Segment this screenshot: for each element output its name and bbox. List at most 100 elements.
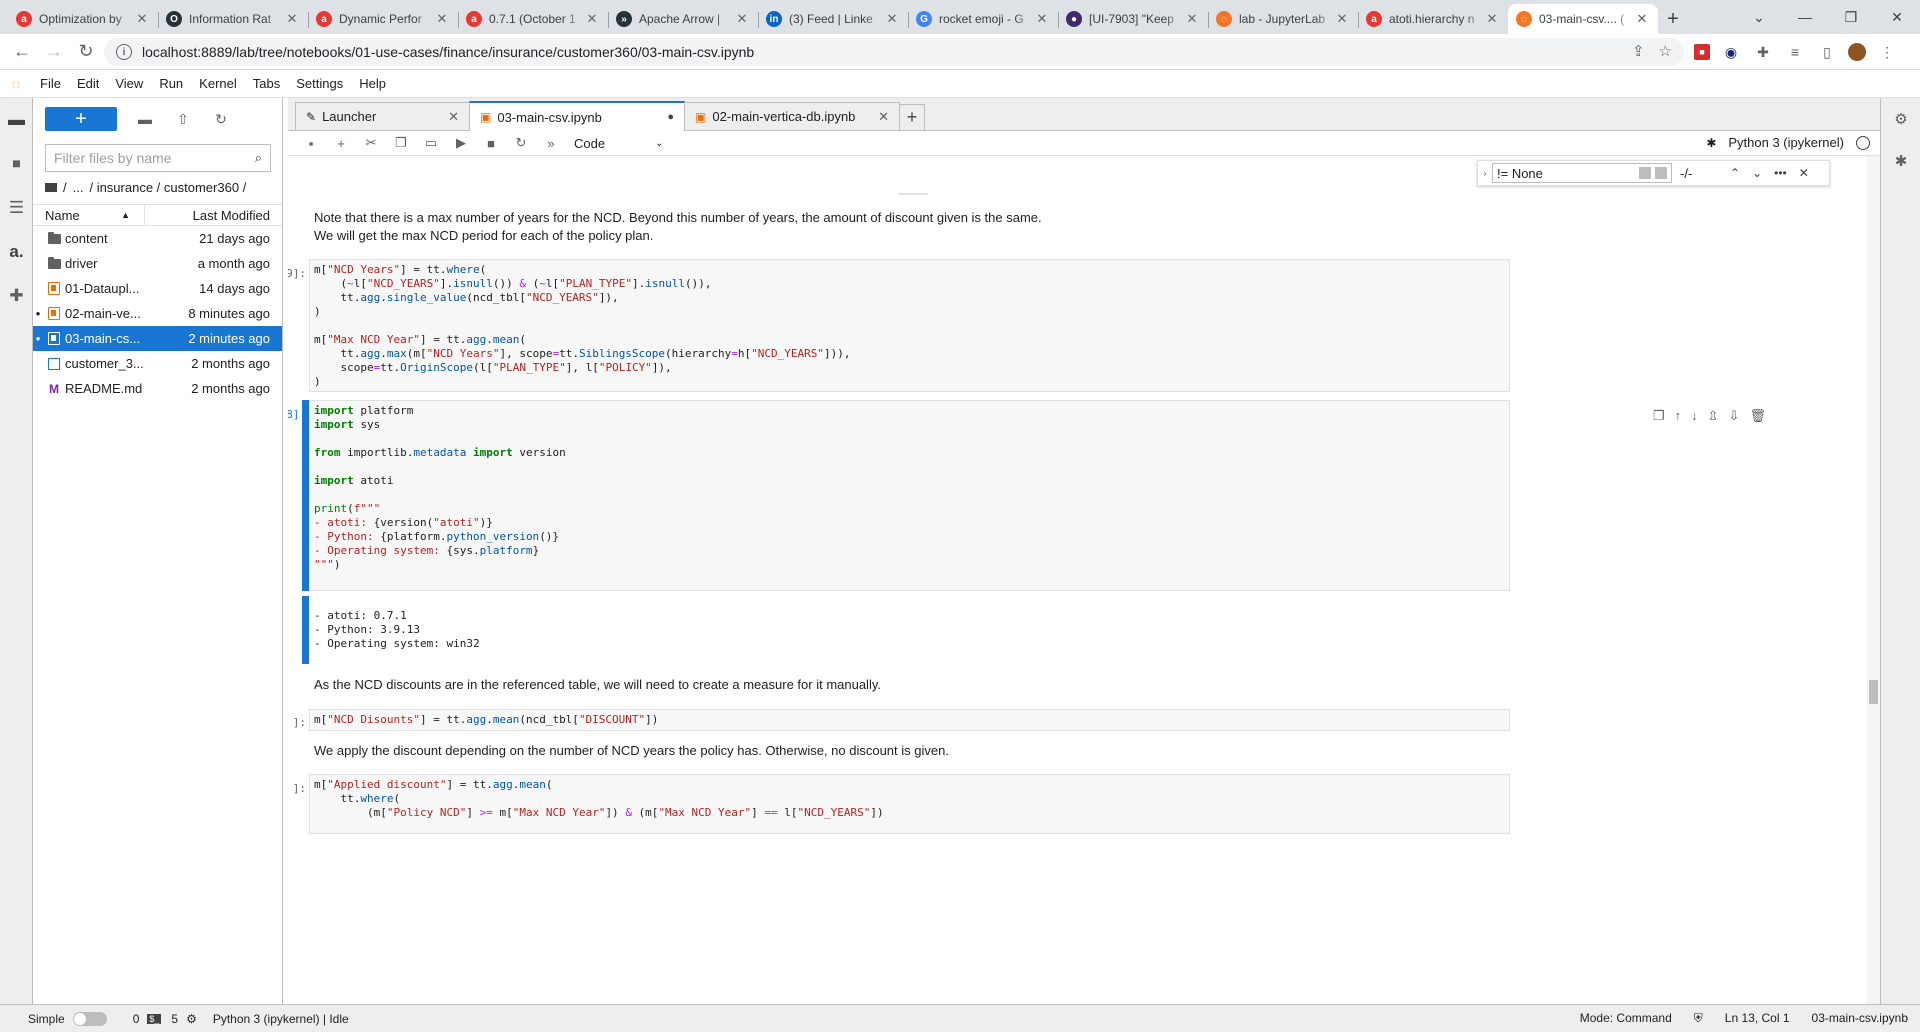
menu-kernel[interactable]: Kernel: [191, 76, 245, 91]
upload-icon[interactable]: ⇧: [173, 111, 193, 128]
move-up-icon[interactable]: ↑: [1675, 408, 1682, 424]
close-icon[interactable]: ✕: [1334, 11, 1350, 27]
cursor-position[interactable]: Ln 13, Col 1: [1725, 1011, 1790, 1026]
close-icon[interactable]: ✕: [734, 11, 750, 27]
modified-column-header[interactable]: Last Modified: [145, 208, 282, 223]
puzzle-icon[interactable]: ✚: [1752, 41, 1774, 63]
extension-icon[interactable]: ■: [1694, 44, 1710, 60]
close-window-button[interactable]: ✕: [1874, 0, 1920, 34]
browser-tab[interactable]: a atoti.hierarchy n ✕: [1358, 4, 1508, 34]
scrollbar-thumb[interactable]: [1869, 680, 1878, 704]
more-options-icon[interactable]: •••: [1774, 166, 1787, 180]
list-item[interactable]: ● 03-main-cs... 2 minutes ago: [33, 326, 282, 351]
close-icon[interactable]: ✕: [884, 11, 900, 27]
save-icon[interactable]: ▪: [296, 136, 326, 151]
code-cell-48[interactable]: import platform import sys from importli…: [309, 400, 1510, 591]
browser-tab[interactable]: a Optimization by ✕: [8, 4, 158, 34]
list-item[interactable]: customer_3... 2 months ago: [33, 351, 282, 376]
table-of-contents-icon[interactable]: ☰: [0, 186, 33, 230]
browser-tab[interactable]: ◌ lab - JupyterLab ✕: [1208, 4, 1358, 34]
code-cell-applied-discount[interactable]: m["Applied discount"] = tt.agg.mean( tt.…: [309, 774, 1510, 834]
browser-tab[interactable]: ◌ 03-main-csv.... (✕: [1508, 4, 1658, 34]
profile-avatar[interactable]: [1848, 43, 1866, 61]
code-cell-49[interactable]: m["NCD Years"] = tt.where( (~l["NCD_YEAR…: [309, 259, 1510, 392]
close-icon[interactable]: ✕: [1634, 11, 1650, 27]
menu-edit[interactable]: Edit: [69, 76, 107, 91]
browser-tab[interactable]: ● [UI-7903] "Keep ✕: [1058, 4, 1208, 34]
insert-cell-icon[interactable]: +: [326, 136, 356, 151]
unsaved-dot-icon[interactable]: ●: [667, 111, 674, 123]
bookmark-star-icon[interactable]: ☆: [1659, 42, 1672, 60]
vertical-scrollbar[interactable]: [1867, 156, 1880, 1004]
back-button[interactable]: ←: [6, 36, 38, 68]
code-cell-ncd-discounts[interactable]: m["NCD Disounts"] = tt.agg.mean(ncd_tbl[…: [309, 709, 1510, 731]
close-icon[interactable]: ✕: [284, 11, 300, 27]
root-folder-icon[interactable]: [45, 182, 57, 192]
close-icon[interactable]: ✕: [1034, 11, 1050, 27]
tab-search-icon[interactable]: ⌄: [1736, 0, 1782, 34]
site-info-icon[interactable]: i: [116, 44, 132, 60]
side-panel-icon[interactable]: ▯: [1816, 41, 1838, 63]
kernel-status[interactable]: Python 3 (ipykernel) | Idle: [213, 1012, 349, 1026]
new-launcher-button[interactable]: +: [45, 107, 117, 131]
new-tab-button[interactable]: +: [1658, 4, 1688, 34]
menu-help[interactable]: Help: [351, 76, 394, 91]
new-folder-icon[interactable]: ▬: [135, 111, 155, 127]
cell-type-select[interactable]: Code ⌄: [574, 136, 663, 151]
debugger-panel-icon[interactable]: ✱: [1881, 140, 1920, 182]
copy-icon[interactable]: ❐: [386, 135, 416, 151]
kernel-count[interactable]: 5: [171, 1012, 178, 1026]
reload-button[interactable]: ↻: [70, 36, 102, 68]
share-icon[interactable]: ⇪: [1632, 42, 1645, 60]
tab-02-main-vertica[interactable]: ▣ 02-main-vertica-db.ipynb ✕: [684, 102, 900, 130]
breadcrumb-ellipsis[interactable]: ...: [73, 180, 84, 195]
list-item[interactable]: driver a month ago: [33, 251, 282, 276]
browser-tab[interactable]: a Dynamic Perfor ✕: [308, 4, 458, 34]
close-tab-icon[interactable]: ✕: [448, 109, 459, 125]
toggle-replace-icon[interactable]: ›: [1478, 168, 1492, 178]
media-icon[interactable]: ≡: [1784, 41, 1806, 63]
filter-files-input[interactable]: Filter files by name ⌕: [45, 144, 271, 172]
address-bar[interactable]: i localhost:8889/lab/tree/notebooks/01-u…: [104, 38, 1684, 66]
close-tab-icon[interactable]: ✕: [878, 109, 889, 125]
close-icon[interactable]: ✕: [134, 11, 150, 27]
tab-03-main-csv[interactable]: ▣ 03-main-csv.ipynb ●: [469, 101, 685, 131]
list-item[interactable]: ● 02-main-ve... 8 minutes ago: [33, 301, 282, 326]
breadcrumb-path[interactable]: / insurance / customer360 /: [89, 180, 246, 195]
name-column-header[interactable]: Name ▲: [33, 205, 145, 225]
insert-below-icon[interactable]: ⇩: [1729, 408, 1740, 424]
cut-icon[interactable]: ✂: [356, 135, 386, 151]
match-case-icon[interactable]: [1639, 167, 1651, 179]
running-sessions-icon[interactable]: ⏹: [0, 142, 33, 186]
markdown-cell[interactable]: Note that there is a max number of years…: [314, 209, 1042, 245]
duplicate-cell-icon[interactable]: ❐: [1653, 408, 1665, 424]
refresh-icon[interactable]: ↻: [211, 111, 231, 128]
move-down-icon[interactable]: ↓: [1691, 408, 1698, 424]
restart-run-all-icon[interactable]: »: [536, 136, 566, 151]
simple-mode-toggle[interactable]: [72, 1011, 107, 1026]
property-inspector-icon[interactable]: ⚙: [1881, 98, 1920, 140]
terminal-count[interactable]: 0: [133, 1012, 140, 1026]
trust-icon[interactable]: ⛨: [1694, 1011, 1703, 1026]
delete-cell-icon[interactable]: 🗑: [1749, 408, 1766, 424]
close-icon[interactable]: ✕: [434, 11, 450, 27]
menu-kebab-icon[interactable]: ⋮: [1876, 41, 1898, 63]
add-tab-button[interactable]: +: [899, 104, 925, 130]
list-item[interactable]: M README.md 2 months ago: [33, 376, 282, 401]
next-match-icon[interactable]: ⌄: [1752, 166, 1762, 180]
tab-launcher[interactable]: ✎ Launcher ✕: [295, 102, 470, 130]
list-item[interactable]: 01-Dataupl... 14 days ago: [33, 276, 282, 301]
run-icon[interactable]: ▶: [446, 135, 476, 151]
menu-file[interactable]: File: [32, 76, 69, 91]
browser-tab[interactable]: » Apache Arrow | ✕: [608, 4, 758, 34]
menu-tabs[interactable]: Tabs: [245, 76, 288, 91]
minimize-button[interactable]: —: [1782, 0, 1828, 34]
markdown-cell[interactable]: We apply the discount depending on the n…: [314, 742, 949, 760]
browser-tab[interactable]: Grocket emoji - G ✕: [908, 4, 1058, 34]
close-find-icon[interactable]: ✕: [1799, 166, 1809, 180]
paste-icon[interactable]: ▭: [416, 135, 446, 151]
find-input[interactable]: != None: [1492, 163, 1672, 183]
markdown-cell[interactable]: As the NCD discounts are in the referenc…: [314, 676, 881, 694]
close-icon[interactable]: ✕: [1484, 11, 1500, 27]
browser-tab[interactable]: in (3) Feed | Linke ✕: [758, 4, 908, 34]
